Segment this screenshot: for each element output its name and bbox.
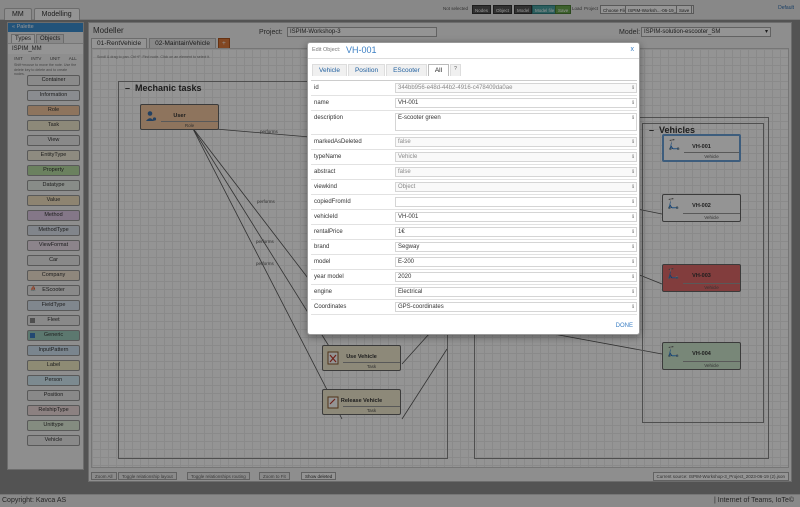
info-icon: ℹ	[632, 139, 634, 145]
property-value: 344bb956-e48d-44b2-4916-c478409da0ae	[398, 85, 513, 91]
property-name: abstract	[314, 169, 336, 175]
property-row-viewkind: viewkind Object ℹ	[311, 180, 637, 195]
edit-object-dialog: Edit Object: VH-001 x Vehicle Position E…	[307, 42, 640, 335]
property-value: Electrical	[398, 289, 423, 295]
property-row-name: name VH-001 ℹ	[311, 96, 637, 111]
property-value: 2020	[398, 274, 412, 280]
property-value-field[interactable]: 344bb956-e48d-44b2-4916-c478409da0ae ℹ	[395, 83, 637, 93]
property-value: E-200	[398, 259, 415, 265]
property-row-model: model E-200 ℹ	[311, 255, 637, 270]
property-value: false	[398, 139, 411, 145]
tab-escooter[interactable]: EScooter	[386, 64, 427, 76]
property-row-copiedfromid: copiedFromId ℹ	[311, 195, 637, 210]
property-row-year-model: year model 2020 ℹ	[311, 270, 637, 285]
info-icon: ℹ	[632, 115, 634, 121]
property-name: copiedFromId	[314, 199, 351, 205]
property-name: typeName	[314, 154, 342, 160]
property-value-field[interactable]: E-scooter green ℹ	[395, 113, 637, 131]
info-icon: ℹ	[632, 244, 634, 250]
property-value-field[interactable]: false ℹ	[395, 167, 637, 177]
property-name: viewkind	[314, 184, 338, 190]
property-value-field[interactable]: Segway ℹ	[395, 242, 637, 252]
info-icon: ℹ	[632, 184, 634, 190]
info-icon: ℹ	[632, 289, 634, 295]
info-icon: ℹ	[632, 154, 634, 160]
property-name: year model	[314, 274, 344, 280]
property-value: E-scooter green	[398, 115, 441, 121]
tab-vehicle[interactable]: Vehicle	[312, 64, 347, 76]
property-value-field[interactable]: 2020 ℹ	[395, 272, 637, 282]
tab-all[interactable]: All	[427, 64, 450, 76]
property-value-field[interactable]: ℹ	[395, 197, 637, 207]
info-icon: ℹ	[632, 100, 634, 106]
info-icon: ℹ	[632, 199, 634, 205]
property-value-field[interactable]: false ℹ	[395, 137, 637, 147]
property-row-typename: typeName Vehicle ℹ	[311, 150, 637, 165]
property-value: 1€	[398, 229, 405, 235]
property-name: Coordinates	[314, 304, 347, 310]
property-row-id: id 344bb956-e48d-44b2-4916-c478409da0ae ℹ	[311, 81, 637, 96]
object-tabs: Vehicle Position EScooter All ?	[312, 64, 462, 76]
info-icon: ℹ	[632, 169, 634, 175]
property-value-field[interactable]: Object ℹ	[395, 182, 637, 192]
property-value-field[interactable]: Vehicle ℹ	[395, 152, 637, 162]
property-row-description: description E-scooter green ℹ	[311, 111, 637, 135]
help-tab[interactable]: ?	[450, 64, 461, 76]
info-icon: ℹ	[632, 214, 634, 220]
close-icon[interactable]: x	[631, 46, 635, 53]
property-row-engine: engine Electrical ℹ	[311, 285, 637, 300]
dialog-subtitle: Edit Object:	[312, 47, 341, 53]
property-name: rentalPrice	[314, 229, 343, 235]
property-value-field[interactable]: 1€ ℹ	[395, 227, 637, 237]
info-icon: ℹ	[632, 274, 634, 280]
property-name: model	[314, 259, 331, 265]
property-value-field[interactable]: Electrical ℹ	[395, 287, 637, 297]
property-row-vehicleid: vehicleId VH-001 ℹ	[311, 210, 637, 225]
property-value: Object	[398, 184, 416, 190]
info-icon: ℹ	[632, 259, 634, 265]
property-name: markedAsDeleted	[314, 139, 362, 145]
property-name: vehicleId	[314, 214, 338, 220]
property-row-brand: brand Segway ℹ	[311, 240, 637, 255]
property-name: engine	[314, 289, 333, 295]
property-value: VH-001	[398, 214, 419, 220]
property-name: id	[314, 85, 319, 91]
properties-table: id 344bb956-e48d-44b2-4916-c478409da0ae ℹ…	[311, 80, 637, 348]
property-row-abstract: abstract false ℹ	[311, 165, 637, 180]
property-name: description	[314, 115, 344, 121]
property-value: false	[398, 169, 411, 175]
property-name: name	[314, 100, 330, 106]
property-value-field[interactable]: E-200 ℹ	[395, 257, 637, 267]
property-row-markedasdeleted: markedAsDeleted false ℹ	[311, 135, 637, 150]
dialog-title: VH-001	[346, 45, 377, 55]
property-name: brand	[314, 244, 330, 250]
info-icon: ℹ	[632, 304, 634, 310]
property-value-field[interactable]: VH-001 ℹ	[395, 212, 637, 222]
property-value-field[interactable]: VH-001 ℹ	[395, 98, 637, 108]
property-value: VH-001	[398, 100, 419, 106]
dialog-header: Edit Object: VH-001 x	[308, 43, 639, 59]
property-value: Vehicle	[398, 154, 418, 160]
info-icon: ℹ	[632, 229, 634, 235]
property-row-rentalprice: rentalPrice 1€ ℹ	[311, 225, 637, 240]
property-value: Segway	[398, 244, 420, 250]
done-button[interactable]: DONE	[616, 323, 633, 329]
info-icon: ℹ	[632, 85, 634, 91]
property-value-field[interactable]: GPS-coordinates ℹ	[395, 302, 637, 312]
property-value: GPS-coordinates	[398, 304, 444, 310]
property-row-coordinates: Coordinates GPS-coordinates ℹ	[311, 300, 637, 315]
tab-position[interactable]: Position	[347, 64, 386, 76]
